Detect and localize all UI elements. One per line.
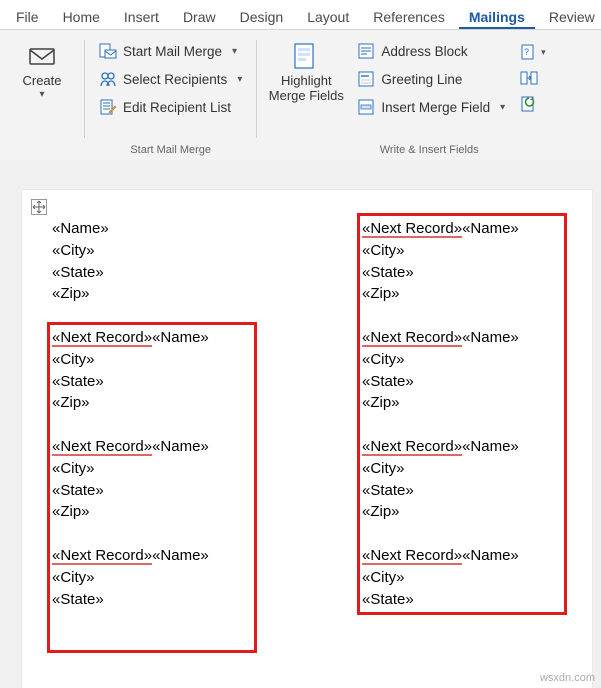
- start-mail-merge-button[interactable]: Start Mail Merge ▾: [93, 38, 248, 64]
- greeting-line-label: Greeting Line: [381, 72, 462, 87]
- label-cell[interactable]: «Next Record»«Name» «City» «State» «Zip»: [362, 436, 562, 523]
- highlight-box-left: «Next Record»«Name» «City» «State» «Zip»…: [47, 322, 257, 653]
- tab-home[interactable]: Home: [53, 3, 110, 29]
- address-block-label: Address Block: [381, 44, 467, 59]
- tab-review[interactable]: Review: [539, 3, 601, 29]
- watermark-text: wsxdn.com: [540, 672, 595, 684]
- mail-merge-icon: [99, 42, 117, 60]
- recipients-icon: [99, 70, 117, 88]
- move-icon: [31, 199, 47, 215]
- highlight-fields-icon: [290, 40, 322, 72]
- edit-recipient-list-label: Edit Recipient List: [123, 100, 231, 115]
- group-separator: [256, 40, 257, 138]
- group-title-smm: Start Mail Merge: [130, 142, 211, 160]
- tab-design[interactable]: Design: [230, 3, 294, 29]
- address-block-button[interactable]: Address Block: [351, 38, 511, 64]
- tab-file[interactable]: File: [6, 3, 49, 29]
- match-fields-icon: [519, 68, 539, 88]
- label-cell[interactable]: «Next Record»«Name» «City» «State»: [52, 545, 252, 610]
- edit-list-icon: [99, 98, 117, 116]
- address-block-icon: [357, 42, 375, 60]
- group-create: Create ▾: [2, 34, 82, 160]
- greeting-line-icon: [357, 70, 375, 88]
- insert-merge-field-label: Insert Merge Field: [381, 100, 490, 115]
- chevron-down-icon: ▾: [237, 74, 242, 85]
- highlight-box-right: «Next Record»«Name» «City» «State» «Zip»…: [357, 213, 567, 615]
- tab-insert[interactable]: Insert: [114, 3, 169, 29]
- rules-button[interactable]: ? ▾: [519, 42, 546, 62]
- insert-merge-field-button[interactable]: Insert Merge Field ▾: [351, 94, 511, 120]
- label-cell[interactable]: «Next Record»«Name» «City» «State» «Zip»: [362, 218, 562, 305]
- label-cell[interactable]: «Next Record»«Name» «City» «State»: [362, 545, 562, 610]
- chevron-down-icon: ▾: [541, 47, 546, 58]
- group-title-create: [40, 142, 43, 160]
- insert-merge-field-icon: [357, 98, 375, 116]
- chevron-down-icon: ▾: [232, 46, 237, 57]
- envelope-icon: [26, 40, 58, 72]
- label-cell[interactable]: «Name» «City» «State» «Zip»: [52, 218, 252, 305]
- label-column-right: «Next Record»«Name» «City» «State» «Zip»…: [362, 218, 562, 648]
- tab-mailings[interactable]: Mailings: [459, 3, 535, 29]
- group-start-mail-merge: Start Mail Merge ▾ Select Recipients ▾: [87, 34, 254, 160]
- tab-references[interactable]: References: [363, 3, 455, 29]
- label-column-left: «Name» «City» «State» «Zip» «Next Record…: [52, 218, 252, 648]
- label-cell[interactable]: «Next Record»«Name» «City» «State» «Zip»: [362, 327, 562, 414]
- update-labels-icon: [519, 94, 539, 114]
- select-recipients-label: Select Recipients: [123, 72, 227, 87]
- edit-recipient-list-button[interactable]: Edit Recipient List: [93, 94, 248, 120]
- create-button[interactable]: Create ▾: [8, 34, 76, 100]
- chevron-down-icon: ▾: [500, 102, 505, 113]
- chevron-down-icon: ▾: [39, 89, 44, 100]
- match-fields-button[interactable]: [519, 68, 546, 88]
- mini-buttons: ? ▾: [511, 34, 548, 114]
- svg-text:?: ?: [524, 47, 529, 57]
- update-labels-button[interactable]: [519, 94, 546, 114]
- start-mail-merge-label: Start Mail Merge: [123, 44, 222, 59]
- tab-draw[interactable]: Draw: [173, 3, 226, 29]
- group-title-wif: Write & Insert Fields: [380, 142, 479, 160]
- highlight-merge-fields-button[interactable]: HighlightMerge Fields: [265, 34, 347, 104]
- group-write-insert-fields: HighlightMerge Fields Address Block: [259, 34, 599, 160]
- ribbon: Create ▾ Start Mail Merge ▾: [0, 30, 601, 160]
- tab-layout[interactable]: Layout: [297, 3, 359, 29]
- group-separator: [84, 40, 85, 138]
- label-cell[interactable]: «Next Record»«Name» «City» «State» «Zip»: [52, 436, 252, 523]
- document-page[interactable]: «Name» «City» «State» «Zip» «Next Record…: [22, 190, 592, 688]
- select-recipients-button[interactable]: Select Recipients ▾: [93, 66, 248, 92]
- rules-icon: ?: [519, 42, 539, 62]
- label-cell[interactable]: «Next Record»«Name» «City» «State» «Zip»: [52, 327, 252, 414]
- table-move-handle[interactable]: [30, 198, 48, 216]
- document-area: «Name» «City» «State» «Zip» «Next Record…: [0, 160, 601, 688]
- tab-strip: File Home Insert Draw Design Layout Refe…: [0, 0, 601, 30]
- highlight-label: HighlightMerge Fields: [269, 74, 344, 104]
- create-label: Create: [22, 74, 61, 89]
- greeting-line-button[interactable]: Greeting Line: [351, 66, 511, 92]
